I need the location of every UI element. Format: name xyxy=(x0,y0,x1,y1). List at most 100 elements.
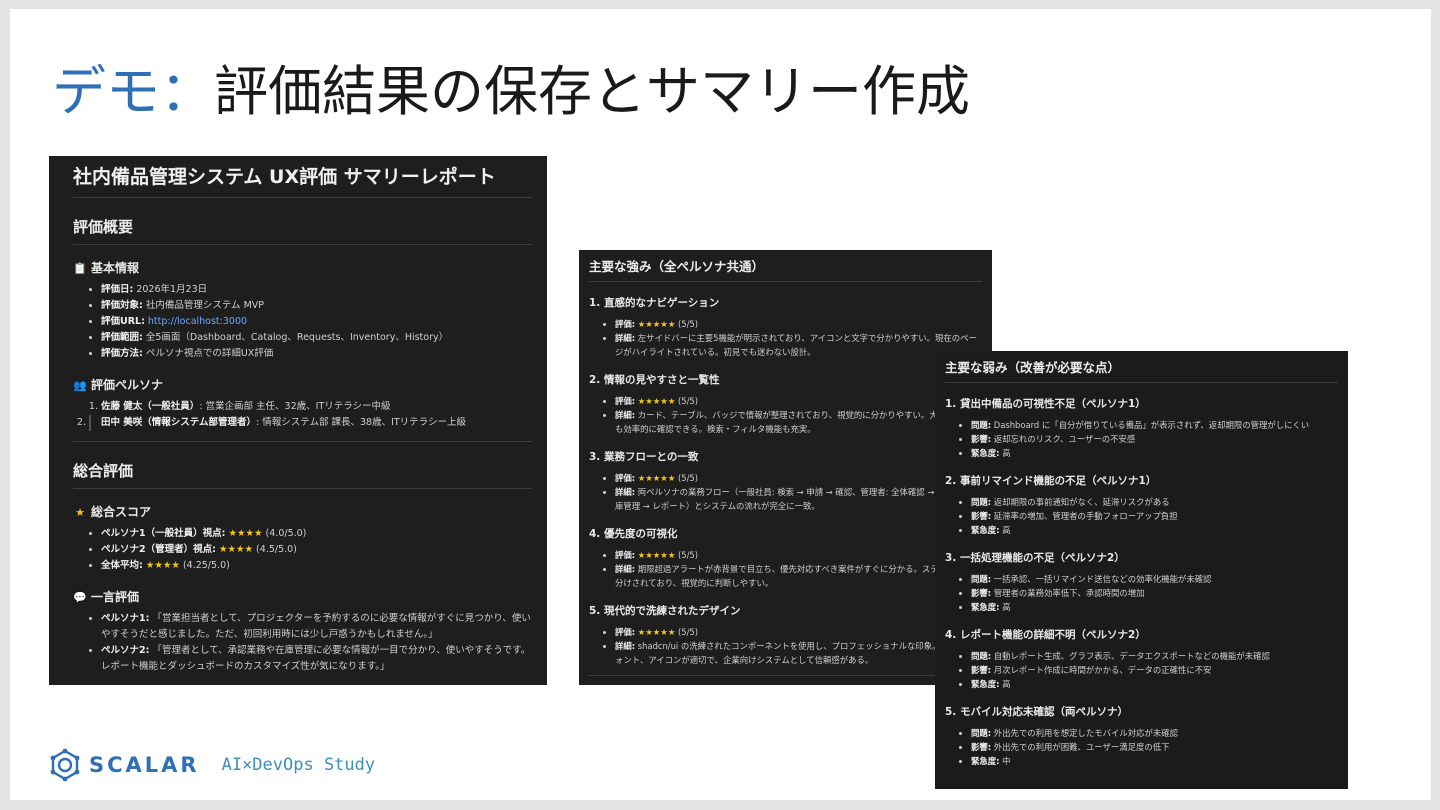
strength-list: 評価: ★★★★★ (5/5) 詳細: 両ペルソナの業務フロー（一般社員: 検索… xyxy=(589,471,982,513)
comment-heading-text: 一言評価 xyxy=(91,590,140,604)
item-value: 外出先での利用を想定したモバイル対応が未確認 xyxy=(991,728,1179,738)
list-item: 緊急度: 高 xyxy=(971,677,1338,691)
slide-title-accent: デモ： xyxy=(52,60,214,123)
divider xyxy=(73,441,532,442)
item-label: 問題: xyxy=(971,497,992,507)
list-item: 影響: 返却忘れのリスク、ユーザーの不安感 xyxy=(971,432,1338,446)
item-value: 高 xyxy=(999,448,1011,458)
summary-report-screenshot: 社内備品管理システム UX評価 サマリーレポート 評価概要 📋 基本情報 評価日:… xyxy=(49,156,547,685)
list-item: 影響: 延滞率の増加、管理者の手動フォローアップ負担 xyxy=(971,509,1338,523)
item-label: 問題: xyxy=(971,420,992,430)
weaknesses-screenshot: 主要な弱み（改善が必要な点） 1. 貸出中備品の可視性不足（ペルソナ1） 問題:… xyxy=(935,351,1348,789)
overview-heading: 評価概要 xyxy=(73,216,532,245)
list-item: 全体平均: ★★★★ (4.25/5.0) xyxy=(101,558,532,574)
weakness-heading: 1. 貸出中備品の可視性不足（ペルソナ1） xyxy=(945,398,1146,410)
item-value: 左サイドバーに主要5機能が明示されており、アイコンと文字で分かりやすい。現在のペ… xyxy=(615,333,977,357)
item-label: 評価日: xyxy=(101,284,134,295)
item-value: 両ペルソナの業務フロー（一般社員: 検索 → 申請 → 確認、管理者: 全体確認… xyxy=(615,487,975,511)
list-item: 評価方法: ペルソナ視点での詳細UX評価 xyxy=(101,346,532,362)
list-item: 緊急度: 高 xyxy=(971,523,1338,537)
list-item: ペルソナ2: 「管理者として、承認業務や在庫管理に必要な情報が一目で分かり、使い… xyxy=(101,643,532,675)
people-icon: 👥 xyxy=(73,379,87,392)
star-rating: ★★★★★ xyxy=(637,396,676,406)
item-label: ペルソナ2（管理者）視点: xyxy=(101,544,216,555)
strength-list: 評価: ★★★★★ (5/5) 詳細: 期限超過アラートが赤背景で目立ち、優先対… xyxy=(589,548,982,590)
list-item: 問題: 一括承認、一括リマインド送信などの効率化機能が未確認 xyxy=(971,572,1338,586)
item-label: 評価範囲: xyxy=(101,332,143,343)
item-label: 緊急度: xyxy=(971,525,1000,535)
item-label: 緊急度: xyxy=(971,679,1000,689)
speech-bubble-icon: 💬 xyxy=(73,591,87,604)
list-item: 田中 美咲（情報システム部管理者）: 情報システム部 課長、38歳、ITリテラシ… xyxy=(89,415,532,431)
item-value: 中 xyxy=(999,756,1011,766)
item-label: 詳細: xyxy=(615,410,636,420)
strengths-screenshot: 主要な強み（全ペルソナ共通） 1. 直感的なナビゲーション 評価: ★★★★★ … xyxy=(579,250,992,685)
star-rating: ★★★★ xyxy=(228,528,263,539)
list-item: 評価: ★★★★★ (5/5) xyxy=(615,548,982,562)
star-rating: ★★★★ xyxy=(145,560,180,571)
item-value: 延滞率の増加、管理者の手動フォローアップ負担 xyxy=(991,511,1178,521)
item-value: 月次レポート作成に時間がかかる、データの正確性に不安 xyxy=(991,665,1212,675)
item-label: 影響: xyxy=(971,511,992,521)
item-value: (4.5/5.0) xyxy=(253,544,297,555)
persona-heading-text: 評価ペルソナ xyxy=(91,378,164,392)
footer: SCALAR AI×DevOps Study xyxy=(48,746,375,784)
item-label: 影響: xyxy=(971,742,992,752)
item-value: (5/5) xyxy=(675,396,699,406)
item-value: 全5画面（Dashboard、Catalog、Requests、Inventor… xyxy=(142,332,449,343)
list-item: 緊急度: 高 xyxy=(971,446,1338,460)
list-item: ペルソナ2（管理者）視点: ★★★★ (4.5/5.0) xyxy=(101,542,532,558)
list-item: 問題: 外出先での利用を想定したモバイル対応が未確認 xyxy=(971,726,1338,740)
list-item: 評価URL: http://localhost:3000 xyxy=(101,314,532,330)
list-item: 詳細: 両ペルソナの業務フロー（一般社員: 検索 → 申請 → 確認、管理者: … xyxy=(615,485,982,513)
weakness-heading: 5. モバイル対応未確認（両ペルソナ） xyxy=(945,706,1128,718)
basic-info-list: 評価日: 2026年1月23日 評価対象: 社内備品管理システム MVP 評価U… xyxy=(73,282,532,362)
weakness-list: 問題: 自動レポート生成、グラフ表示、データエクスポートなどの機能が未確認 影響… xyxy=(945,649,1338,691)
item-label: 評価方法: xyxy=(101,348,143,359)
item-value: 高 xyxy=(999,602,1011,612)
weakness-list: 問題: 外出先での利用を想定したモバイル対応が未確認 影響: 外出先での利用が困… xyxy=(945,726,1338,768)
item-value: 自動レポート生成、グラフ表示、データエクスポートなどの機能が未確認 xyxy=(991,651,1270,661)
basic-info-heading-text: 基本情報 xyxy=(91,261,140,275)
score-heading: ★ 総合スコア xyxy=(73,503,532,520)
item-label: 問題: xyxy=(971,651,992,661)
persona-list: 佐藤 健太（一般社員）: 営業企画部 主任、32歳、ITリテラシー中級 田中 美… xyxy=(73,399,532,431)
item-label: 評価: xyxy=(615,396,636,406)
item-label: 詳細: xyxy=(615,333,636,343)
list-item: 詳細: shadcn/ui の洗練されたコンポーネントを使用し、プロフェッショナ… xyxy=(615,639,982,667)
score-list: ペルソナ1（一般社員）視点: ★★★★ (4.0/5.0) ペルソナ2（管理者）… xyxy=(73,526,532,574)
item-value: 社内備品管理システム MVP xyxy=(142,300,264,311)
item-value: 期限超過アラートが赤背景で目立ち、優先対応すべき案件がすぐに分かる。ステータスが… xyxy=(615,564,981,588)
item-label: 影響: xyxy=(971,434,992,444)
item-value: 管理者の業務効率低下、承認時間の増加 xyxy=(991,588,1145,598)
comment-list: ペルソナ1: 「営業担当者として、プロジェクターを予約するのに必要な情報がすぐに… xyxy=(73,611,532,675)
item-label: 評価: xyxy=(615,550,636,560)
weakness-list: 問題: Dashboard に「自分が借りている備品」が表示されず、返却期限の管… xyxy=(945,418,1338,460)
item-label: 詳細: xyxy=(615,487,636,497)
item-value: ペルソナ視点での詳細UX評価 xyxy=(142,348,274,359)
item-value: (5/5) xyxy=(675,550,699,560)
strength-list: 評価: ★★★★★ (5/5) 詳細: カード、テーブル、バッジで情報が整理され… xyxy=(589,394,982,436)
item-value: 返却忘れのリスク、ユーザーの不安感 xyxy=(991,434,1136,444)
item-label: 評価対象: xyxy=(101,300,143,311)
item-value: (5/5) xyxy=(675,627,699,637)
star-rating: ★★★★★ xyxy=(637,550,676,560)
persona-heading: 👥 評価ペルソナ xyxy=(73,376,532,393)
comment-heading: 💬 一言評価 xyxy=(73,588,532,605)
list-item: 評価: ★★★★★ (5/5) xyxy=(615,394,982,408)
weakness-list: 問題: 一括承認、一括リマインド送信などの効率化機能が未確認 影響: 管理者の業… xyxy=(945,572,1338,614)
item-value: 2026年1月23日 xyxy=(133,284,208,295)
eval-url-link[interactable]: http://localhost:3000 xyxy=(145,316,247,327)
item-label: 田中 美咲（情報システム部管理者） xyxy=(101,417,257,428)
item-value: : 営業企画部 主任、32歳、ITリテラシー中級 xyxy=(199,401,391,412)
weakness-heading: 4. レポート機能の詳細不明（ペルソナ2） xyxy=(945,629,1146,641)
item-value: カード、テーブル、バッジで情報が整理されており、視覚的に分かりやすい。大量のデー… xyxy=(615,410,980,434)
star-rating: ★★★★ xyxy=(218,544,254,555)
item-label: 緊急度: xyxy=(971,448,1000,458)
item-label: 緊急度: xyxy=(971,602,1000,612)
list-item: 評価日: 2026年1月23日 xyxy=(101,282,532,298)
item-label: 評価URL: xyxy=(101,316,145,327)
list-item: 問題: 返却期限の事前通知がなく、延滞リスクがある xyxy=(971,495,1338,509)
logo-text: SCALAR xyxy=(89,753,200,777)
list-item: 問題: 自動レポート生成、グラフ表示、データエクスポートなどの機能が未確認 xyxy=(971,649,1338,663)
